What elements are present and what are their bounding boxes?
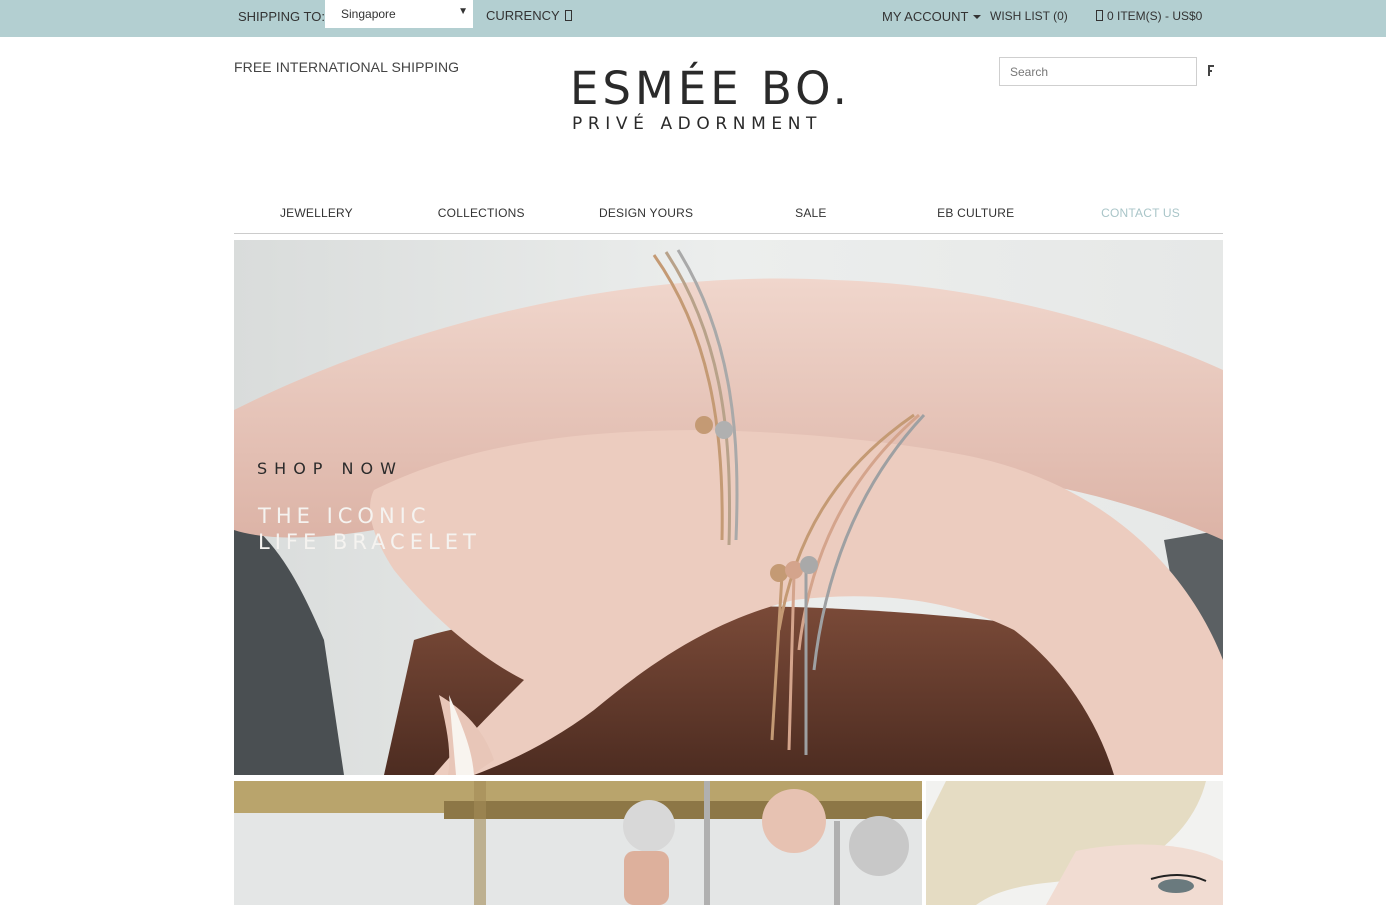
wish-list-link[interactable]: WISH LIST (0) [990, 9, 1068, 23]
main-navigation: JEWELLERY COLLECTIONS DESIGN YOURS SALE … [234, 200, 1223, 234]
currency-glyph-icon [564, 10, 572, 21]
cart-label: 0 ITEM(S) - US$0 [1107, 9, 1203, 23]
cart-icon [1096, 10, 1103, 21]
cart-link[interactable]: 0 ITEM(S) - US$0 [1096, 9, 1202, 23]
promo-tile-charms[interactable] [234, 781, 922, 905]
model-image [926, 781, 1223, 905]
nav-sale[interactable]: SALE [728, 200, 893, 233]
charms-image [234, 781, 922, 905]
hero-title-line1: THE ICONIC [258, 504, 431, 528]
currency-label: CURRENCY [486, 8, 560, 23]
nav-jewellery[interactable]: JEWELLERY [234, 200, 399, 233]
nav-contact-us[interactable]: CONTACT US [1058, 200, 1223, 233]
top-bar: SHIPPING TO: Singapore ▼ CURRENCY MY ACC… [0, 0, 1386, 37]
hero-title: THE ICONIC LIFE BRACELET [258, 503, 481, 555]
my-account-label: MY ACCOUNT [882, 9, 969, 24]
wish-list-label: WISH LIST (0) [990, 9, 1068, 23]
shop-now-link[interactable]: SHOP NOW [257, 459, 403, 478]
shipping-country-select[interactable]: Singapore ▼ [325, 0, 473, 28]
my-account-dropdown[interactable]: MY ACCOUNT [882, 9, 982, 24]
dropdown-arrow-icon: ▼ [458, 6, 468, 17]
search-icon[interactable] [1205, 64, 1217, 78]
shipping-label: SHIPPING TO: [238, 9, 325, 24]
nav-collections[interactable]: COLLECTIONS [399, 200, 564, 233]
free-shipping-notice: FREE INTERNATIONAL SHIPPING [234, 59, 460, 75]
search-input[interactable] [999, 57, 1197, 86]
hero-title-line2: LIFE BRACELET [258, 530, 481, 554]
caret-down-icon [973, 15, 982, 19]
promo-tile-model[interactable] [926, 781, 1223, 905]
currency-dropdown[interactable]: CURRENCY [486, 8, 572, 23]
hero-banner[interactable]: SHOP NOW THE ICONIC LIFE BRACELET [234, 240, 1223, 775]
logo-wordmark: ESMÉE BO. [570, 62, 851, 115]
nav-design-yours[interactable]: DESIGN YOURS [564, 200, 729, 233]
brand-logo[interactable]: ESMÉE BO. PRIVÉ ADORNMENT [570, 63, 890, 138]
logo-tagline: PRIVÉ ADORNMENT [572, 114, 822, 134]
nav-eb-culture[interactable]: EB CULTURE [893, 200, 1058, 233]
shipping-country-value: Singapore [341, 7, 396, 21]
